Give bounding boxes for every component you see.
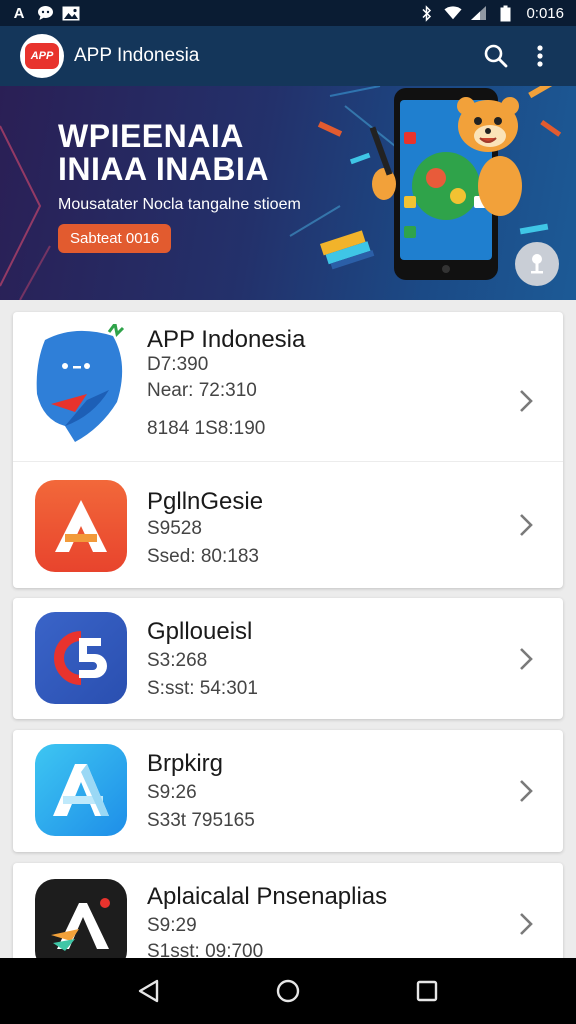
banner-cta-button[interactable]: Sabteat 0016 [58, 224, 172, 253]
app-meta-line1: S9:29 [147, 915, 197, 936]
recents-square-icon [416, 980, 437, 1002]
system-nav-bar [0, 958, 576, 1024]
banner-headline-line2: INIAA INABIA [58, 151, 270, 187]
status-right-icons: 0:016 [418, 4, 564, 22]
pin-icon [531, 254, 543, 274]
search-icon [484, 44, 508, 68]
app-title: APP Indonesia [74, 45, 200, 66]
app-meta-line2: S:sst: 54:301 [147, 678, 258, 699]
banner-subtitle: Mousatater Nocla tangalne stioem [58, 196, 301, 213]
signal-icon [470, 4, 488, 22]
banner-headline: WPIEENAIA INIAA INABIA [58, 120, 269, 186]
app-meta-line3: 8184 1S8:190 [147, 418, 266, 439]
app-list-card-3: Brpkirg S9:26 S33t 795165 [13, 730, 563, 852]
more-vert-icon [537, 45, 543, 67]
app-row[interactable]: APP Indonesia D7:390 Near: 72:310 8184 1… [13, 312, 563, 462]
banner-headline-line1: WPIEENAIA [58, 118, 244, 154]
app-bar: APP APP Indonesia [0, 26, 576, 86]
app-row[interactable]: Gplloueisl S3:268 S:sst: 54:301 [13, 598, 563, 719]
app-list-card-2: Gplloueisl S3:268 S:sst: 54:301 [13, 598, 563, 719]
app-meta-line1: S9528 [147, 518, 202, 539]
app-list-card-1: APP Indonesia D7:390 Near: 72:310 8184 1… [13, 312, 563, 588]
chevron-right-icon[interactable] [511, 909, 541, 939]
app-meta-line2: Near: 72:310 [147, 380, 257, 401]
a-notification-icon: A [13, 4, 25, 22]
back-button[interactable] [125, 967, 173, 1015]
app-title: APP Indonesia [147, 326, 306, 353]
battery-icon [496, 4, 514, 22]
recents-button[interactable] [403, 967, 451, 1015]
image-icon [62, 4, 80, 22]
app-logo-badge: APP [25, 43, 59, 69]
chevron-right-icon[interactable] [511, 386, 541, 416]
wifi-icon [444, 4, 463, 22]
app-meta-line2: S33t 795165 [147, 810, 255, 831]
bluetooth-icon [418, 4, 436, 22]
blue-a-icon [35, 744, 127, 836]
app-title: PgllnGesie [147, 488, 264, 515]
home-button[interactable] [264, 967, 312, 1015]
orange-a-icon [35, 480, 127, 572]
chevron-right-icon[interactable] [511, 644, 541, 674]
app-logo[interactable]: APP [20, 34, 64, 78]
app-title: Aplaicalal Pnsenaplias [147, 883, 388, 910]
c5-icon [35, 612, 127, 704]
status-left-icons: A [10, 4, 80, 22]
app-title: Brpkirg [147, 750, 224, 777]
promo-banner[interactable]: WPIEENAIA INIAA INABIA Mousatater Nocla … [0, 86, 576, 300]
app-row[interactable]: Brpkirg S9:26 S33t 795165 [13, 730, 563, 852]
back-triangle-icon [139, 979, 159, 1003]
home-circle-icon [276, 979, 300, 1003]
chevron-right-icon[interactable] [511, 776, 541, 806]
app-meta-line1: S3:268 [147, 650, 208, 671]
search-button[interactable] [474, 34, 518, 78]
app-title: Gplloueisl [147, 618, 253, 645]
status-time: 0:016 [526, 4, 564, 22]
app-meta-line1: S9:26 [147, 782, 197, 803]
chevron-right-icon[interactable] [511, 510, 541, 540]
blue-whale-icon [35, 324, 127, 444]
status-bar: A 0:016 [0, 0, 576, 26]
chat-icon [36, 4, 54, 22]
app-meta-line2: Ssed: 80:183 [147, 546, 259, 567]
app-row[interactable]: PgllnGesie S9528 Ssed: 80:183 [13, 462, 563, 588]
more-options-button[interactable] [518, 34, 562, 78]
banner-action-button[interactable] [515, 242, 559, 286]
app-meta-line1: D7:390 [147, 354, 209, 375]
